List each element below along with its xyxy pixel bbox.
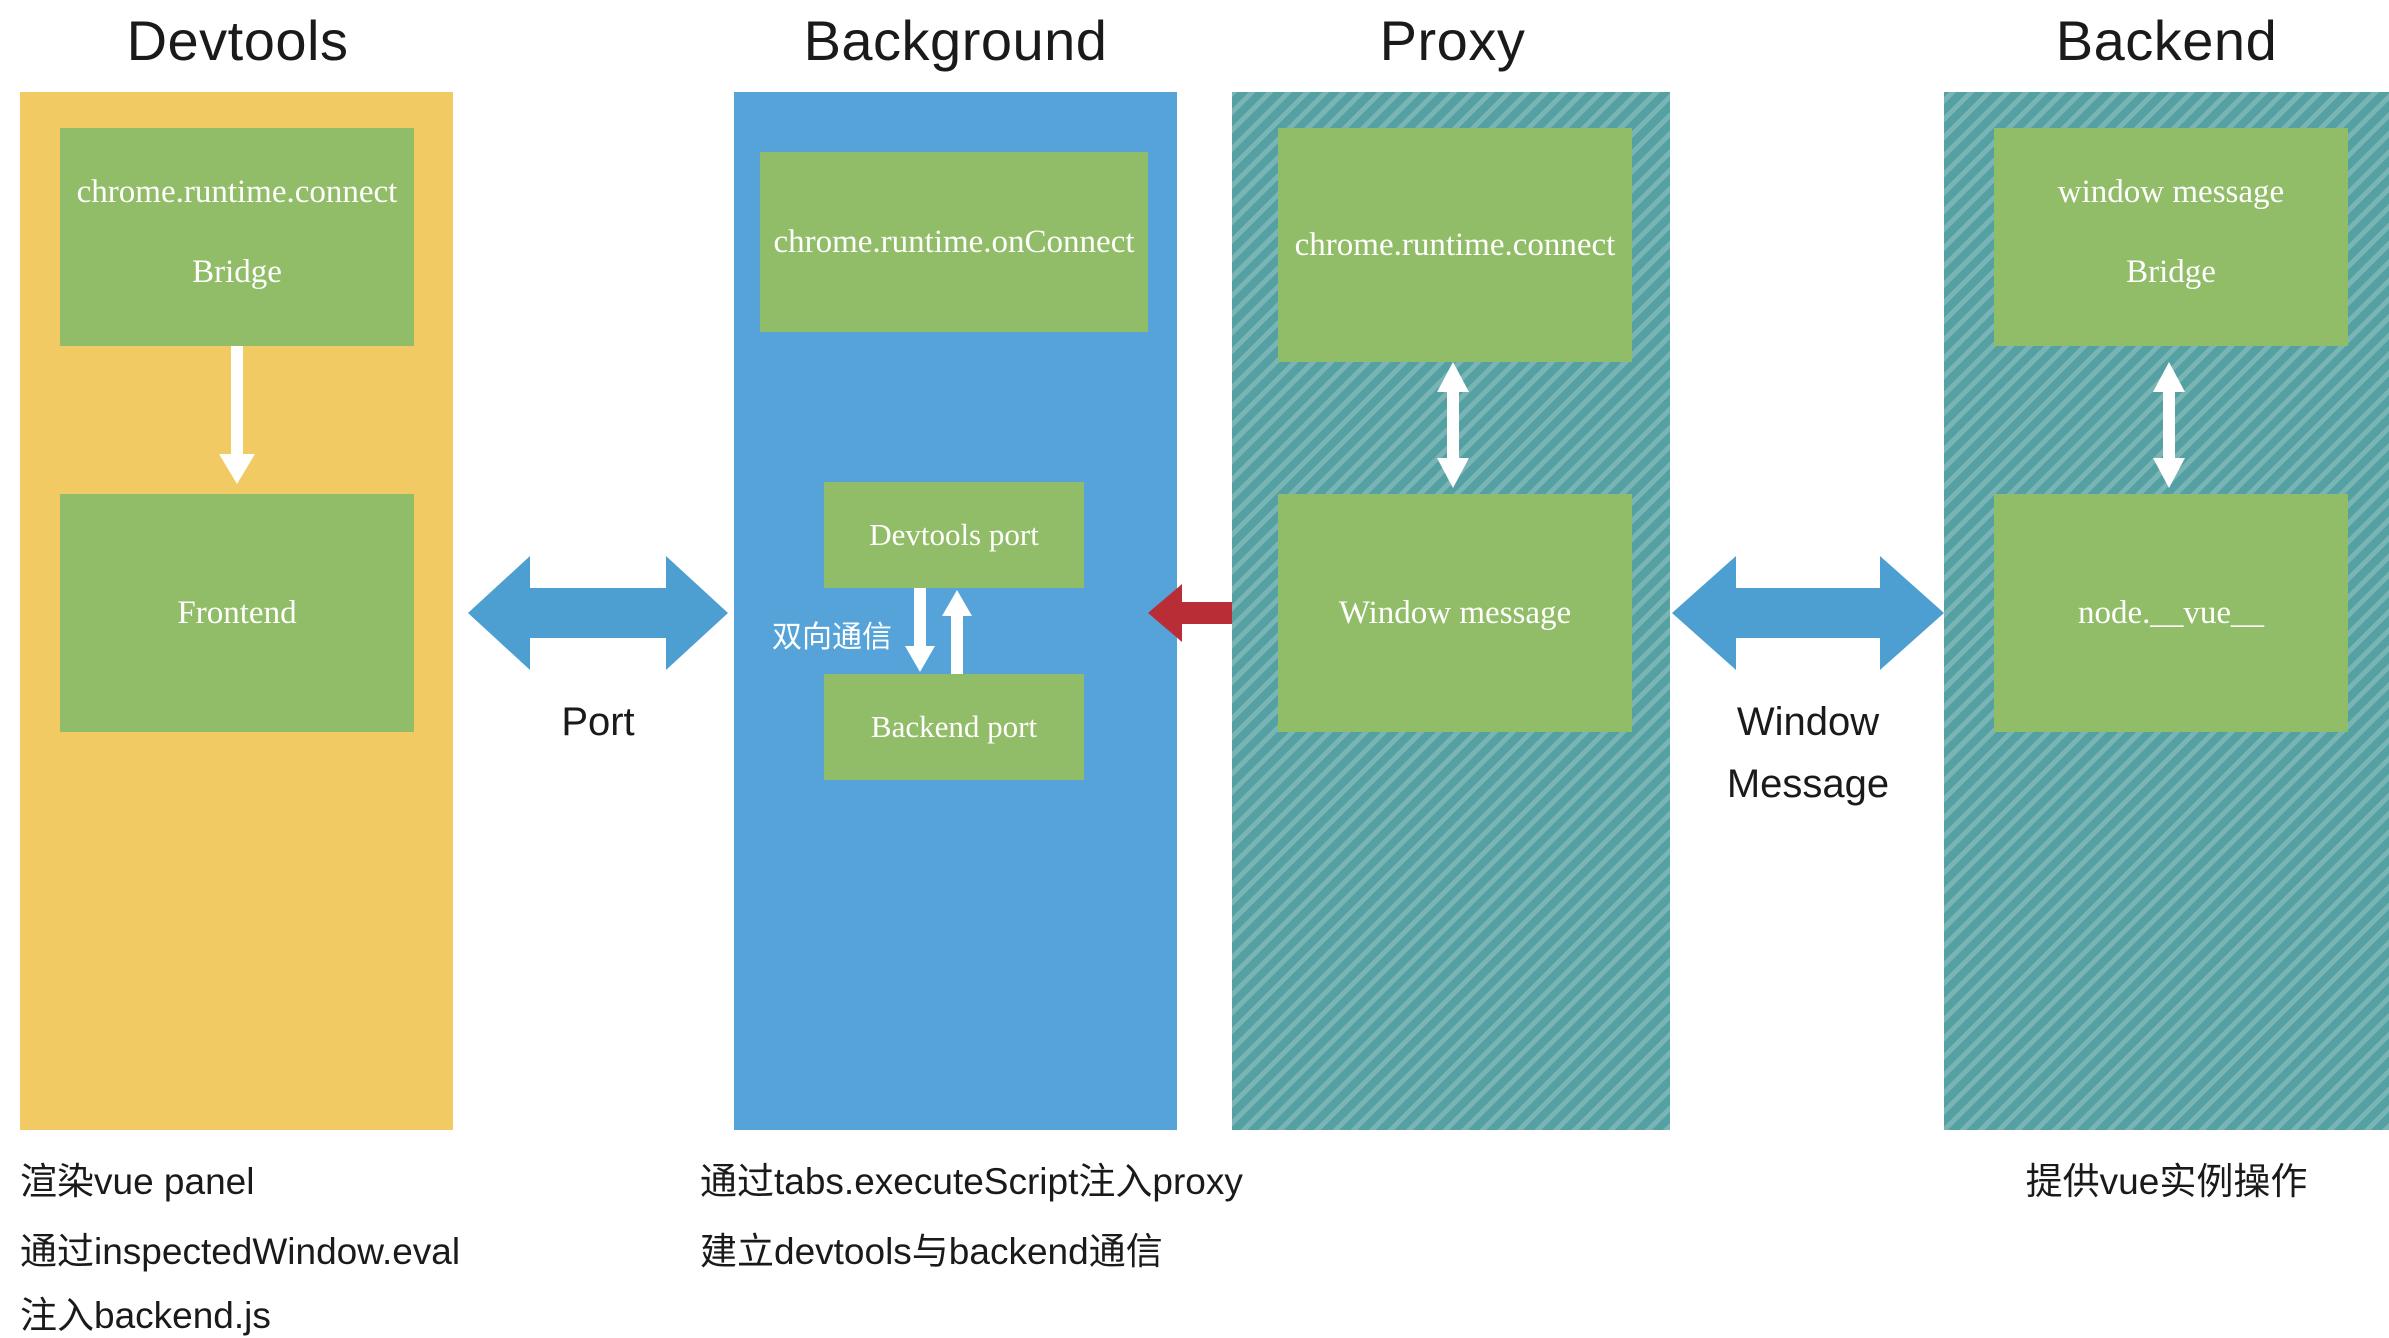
box-devtools-bridge-line-1: chrome.runtime.connect [76, 173, 398, 210]
box-devtools-frontend-label: Frontend [177, 594, 297, 631]
box-proxy-window-message-label: Window message [1338, 594, 1572, 631]
connector-port-arrow [468, 548, 728, 678]
box-backend-bridge: window message Bridge [1994, 128, 2348, 346]
box-proxy-window-message: Window message [1278, 494, 1632, 732]
column-header-proxy: Proxy [1379, 9, 1526, 72]
caption-backend-line-1: 提供vue实例操作 [2025, 1161, 2308, 1202]
box-backend-bridge-line-2: Bridge [2126, 253, 2216, 290]
box-proxy-runtime-connect-label: chrome.runtime.connect [1294, 226, 1616, 263]
box-devtools-bridge-line-2: Bridge [192, 253, 282, 290]
connector-port-label: Port [561, 700, 635, 744]
box-backend-bridge-line-1: window message [2057, 173, 2285, 210]
architecture-diagram: Devtools Background Proxy Backend chrome… [0, 0, 2389, 1338]
column-header-background: Background [803, 9, 1108, 72]
caption-devtools-line-1: 渲染vue panel [20, 1161, 255, 1202]
caption-devtools-line-3: 注入backend.js [20, 1295, 271, 1336]
box-background-backend-port: Backend port [824, 674, 1084, 780]
caption-devtools-line-2: 通过inspectedWindow.eval [20, 1231, 461, 1272]
box-background-on-connect: chrome.runtime.onConnect [760, 152, 1148, 332]
box-background-devtools-port-label: Devtools port [869, 517, 1039, 552]
connector-window-message-label-line-1: Window [1736, 700, 1880, 744]
connector-window-message-arrow [1672, 548, 1944, 678]
box-devtools-frontend: Frontend [60, 494, 414, 732]
caption-background-line-2: 建立devtools与backend通信 [700, 1231, 1163, 1272]
box-devtools-bridge: chrome.runtime.connect Bridge [60, 128, 414, 346]
connector-window-message-label-line-2: Message [1726, 762, 1890, 806]
column-header-backend: Backend [2055, 9, 2278, 72]
box-proxy-runtime-connect: chrome.runtime.connect [1278, 128, 1632, 362]
box-backend-node-vue: node.__vue__ [1994, 494, 2348, 732]
label-background-bidirectional: 双向通信 [772, 621, 892, 654]
box-background-backend-port-label: Backend port [870, 709, 1038, 744]
column-header-devtools: Devtools [126, 9, 349, 72]
box-background-on-connect-label: chrome.runtime.onConnect [773, 223, 1135, 260]
box-background-devtools-port: Devtools port [824, 482, 1084, 588]
caption-background-line-1: 通过tabs.executeScript注入proxy [700, 1161, 1243, 1202]
box-backend-node-vue-label: node.__vue__ [2077, 594, 2265, 631]
